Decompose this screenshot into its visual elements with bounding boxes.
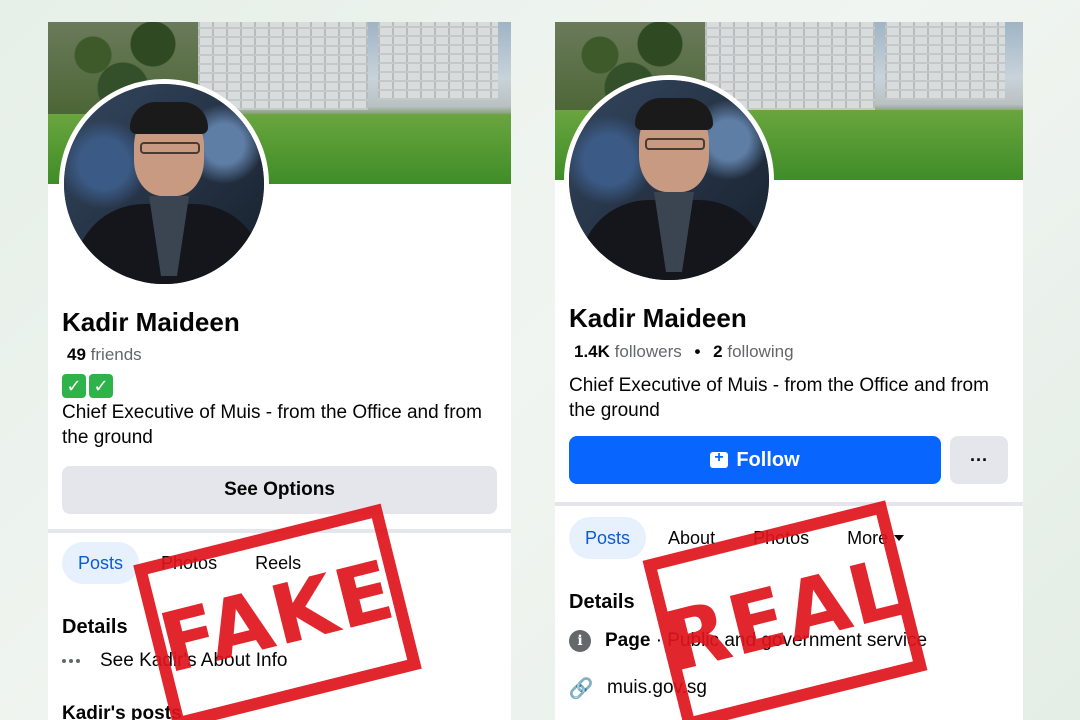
profile-name: Kadir Maideen: [569, 303, 747, 333]
section-divider: [555, 502, 1023, 506]
tab-posts[interactable]: Posts: [62, 542, 140, 584]
more-options-button[interactable]: ···: [950, 436, 1008, 484]
see-options-button[interactable]: See Options: [62, 466, 497, 514]
check-mark-icon: ✓: [89, 374, 113, 398]
caret-down-icon: [894, 535, 905, 541]
info-icon: i: [569, 630, 591, 652]
follow-icon: [710, 449, 729, 468]
check-mark-icon: ✓: [62, 374, 86, 398]
check-badges: ✓ ✓: [62, 374, 113, 398]
more-dots-icon: [62, 659, 86, 663]
follower-stats: 1.4K followers • 2 following: [574, 342, 794, 361]
profile-picture[interactable]: [564, 75, 774, 285]
friends-count[interactable]: 49 friends: [67, 345, 142, 365]
profile-name: Kadir Maideen: [62, 307, 240, 337]
posts-heading: Kadir's posts: [62, 703, 182, 720]
profile-picture[interactable]: [59, 79, 269, 289]
followers-count[interactable]: 1.4K: [574, 342, 610, 361]
stats-separator: •: [694, 342, 701, 361]
tab-posts[interactable]: Posts: [569, 517, 647, 559]
following-count[interactable]: 2: [713, 342, 722, 361]
details-heading: Details: [569, 591, 635, 613]
follow-button[interactable]: Follow: [569, 436, 941, 484]
details-heading: Details: [62, 616, 128, 638]
profile-bio: Chief Executive of Muis - from the Offic…: [569, 375, 989, 421]
link-icon: 🔗: [568, 677, 594, 700]
profile-bio: Chief Executive of Muis - from the Offic…: [62, 402, 482, 448]
